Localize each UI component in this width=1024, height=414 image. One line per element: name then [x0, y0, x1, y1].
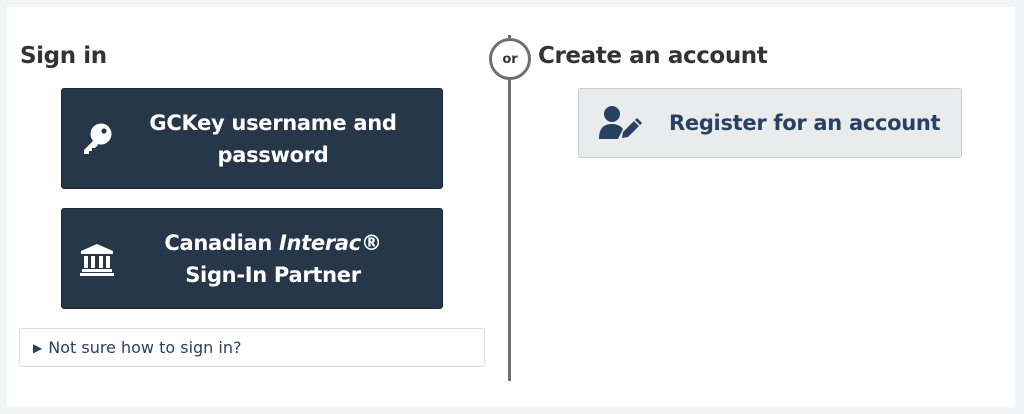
- vertical-divider: [508, 35, 511, 381]
- register-for-account-button[interactable]: Register for an account: [578, 88, 962, 158]
- user-edit-icon: [579, 105, 661, 141]
- not-sure-how-to-sign-in-toggle[interactable]: ▶ Not sure how to sign in?: [19, 328, 485, 367]
- interac-label-prefix: Canadian: [164, 230, 280, 255]
- sign-in-heading: Sign in: [20, 43, 107, 69]
- interac-brand-name: Interac: [279, 230, 361, 255]
- or-badge: or: [489, 38, 531, 80]
- caret-right-icon: ▶: [33, 340, 43, 355]
- create-account-heading: Create an account: [538, 43, 768, 69]
- interac-sign-in-button[interactable]: Canadian Interac® Sign-In Partner: [61, 208, 443, 309]
- key-icon: [62, 121, 132, 157]
- gckey-button-label: GCKey username and password: [149, 110, 397, 167]
- or-label: or: [502, 51, 518, 67]
- interac-button-label: Canadian Interac® Sign-In Partner: [132, 227, 442, 291]
- not-sure-label: Not sure how to sign in?: [48, 338, 242, 357]
- sign-in-panel: Sign in GCKey username and password Cana…: [7, 7, 1015, 407]
- gckey-sign-in-button[interactable]: GCKey username and password: [61, 88, 443, 189]
- register-button-label: Register for an account: [669, 111, 941, 135]
- bank-icon: [62, 242, 132, 276]
